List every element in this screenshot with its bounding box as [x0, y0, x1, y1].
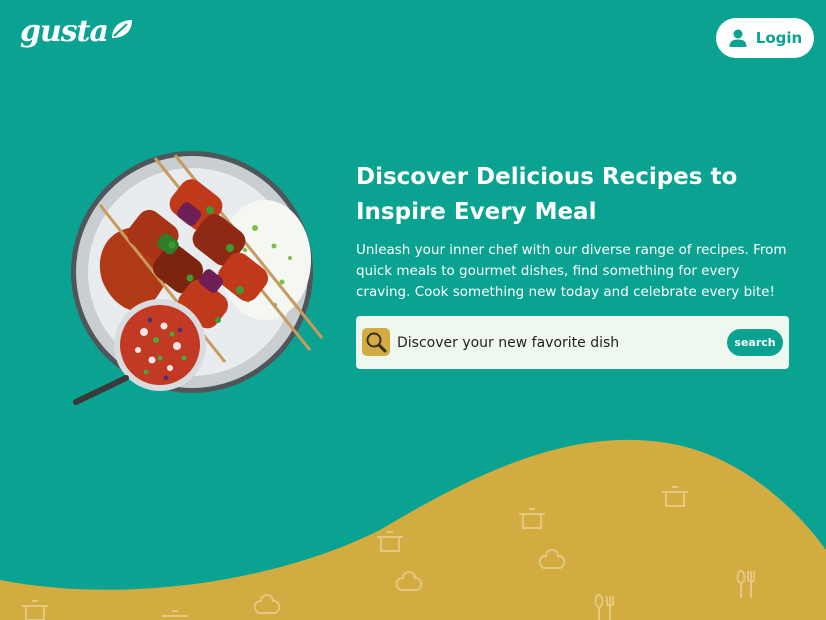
- hero-title: Discover Delicious Recipes to Inspire Ev…: [356, 164, 738, 225]
- login-button[interactable]: Login: [716, 18, 814, 58]
- hero-food-image: [71, 151, 324, 405]
- logo[interactable]: gusta: [20, 14, 135, 49]
- hero-description: Unleash your inner chef with our diverse…: [356, 242, 787, 300]
- login-label: Login: [755, 29, 803, 47]
- leaf-icon: [111, 19, 132, 38]
- user-icon: [729, 29, 747, 47]
- logo-text: gusta: [20, 14, 109, 49]
- search-input[interactable]: [395, 329, 699, 357]
- search-button[interactable]: search: [727, 329, 783, 356]
- decorative-wave: [0, 439, 826, 620]
- search-icon: [362, 328, 390, 356]
- search-bar: search: [356, 316, 789, 369]
